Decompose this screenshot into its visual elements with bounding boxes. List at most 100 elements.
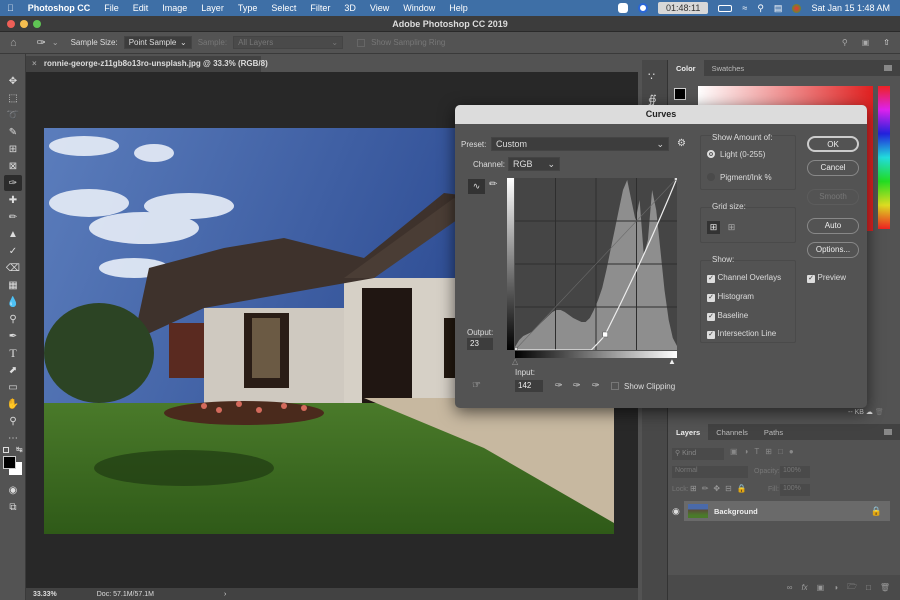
menu-help[interactable]: Help xyxy=(442,3,475,13)
curve-graph[interactable] xyxy=(515,178,677,350)
layer-filter-icons[interactable]: ▣◑T⊞□● xyxy=(730,447,800,456)
tab-color[interactable]: Color xyxy=(668,60,704,76)
add-mask-icon[interactable]: ▣ xyxy=(817,583,825,592)
search-icon[interactable]: ⚲ xyxy=(842,38,848,47)
crop-tool-icon[interactable]: ⊞ xyxy=(4,141,22,157)
menu-file[interactable]: File xyxy=(97,3,126,13)
drive-sync-icon[interactable] xyxy=(638,3,648,13)
light-radio[interactable] xyxy=(707,150,715,158)
white-point-slider[interactable]: ▲ xyxy=(668,357,676,366)
hand-tool-icon[interactable]: ✋ xyxy=(4,396,22,412)
auto-button[interactable]: Auto xyxy=(807,218,859,234)
shield-check-icon[interactable] xyxy=(618,3,628,13)
channel-overlays-checkbox[interactable]: ✓ xyxy=(707,275,715,283)
fg-color-chip[interactable] xyxy=(674,88,686,100)
channel-overlays-option[interactable]: ✓ Channel Overlays xyxy=(707,272,781,283)
cancel-button[interactable]: Cancel xyxy=(807,160,859,176)
eyedropper-tool-preset-icon[interactable]: ✑ xyxy=(37,36,46,49)
menu-3d[interactable]: 3D xyxy=(337,3,363,13)
menu-app-name[interactable]: Photoshop CC xyxy=(21,3,98,13)
options-button[interactable]: Options... xyxy=(807,242,859,258)
baseline-option[interactable]: ✓ Baseline xyxy=(707,310,748,321)
white-eyedropper-icon[interactable]: ✑ xyxy=(592,380,600,391)
preset-options-gear-icon[interactable]: ⚙ xyxy=(677,138,686,149)
new-group-folder-icon[interactable]: 🗁 xyxy=(847,581,857,595)
intersection-line-option[interactable]: ✓ Intersection Line xyxy=(707,328,776,339)
blend-mode-select[interactable]: Normal xyxy=(672,466,748,478)
preview-option[interactable]: ✓ Preview xyxy=(807,272,846,283)
menu-layer[interactable]: Layer xyxy=(194,3,231,13)
share-icon[interactable]: ⇧ xyxy=(883,38,890,47)
layer-visibility-eye-icon[interactable]: ◉ xyxy=(672,506,680,517)
blur-tool-icon[interactable]: 💧 xyxy=(4,294,22,310)
lock-icons[interactable]: ⊞✏✥⊟🔒 xyxy=(690,484,752,493)
home-icon[interactable]: ⌂ xyxy=(10,37,17,49)
menu-type[interactable]: Type xyxy=(231,3,265,13)
sample-size-select[interactable]: Point Sample ⌄ xyxy=(123,36,192,49)
black-point-slider[interactable]: △ xyxy=(512,357,518,366)
close-tab-icon[interactable]: × xyxy=(32,59,37,68)
adjustments-history-icon[interactable]: ∵ xyxy=(648,70,661,83)
clone-stamp-tool-icon[interactable]: ▲ xyxy=(4,226,22,242)
history-brush-tool-icon[interactable]: ✓ xyxy=(4,243,22,259)
grid-detailed-icon[interactable]: ⊞ xyxy=(725,221,738,234)
siri-icon[interactable] xyxy=(792,3,802,13)
menu-filter[interactable]: Filter xyxy=(303,3,337,13)
sample-select[interactable]: All Layers ⌄ xyxy=(233,36,344,49)
brush-tool-icon[interactable]: ✏ xyxy=(4,209,22,225)
swap-colors-icon[interactable]: ↹ xyxy=(16,445,23,454)
histogram-checkbox[interactable]: ✓ xyxy=(707,294,715,302)
path-selection-tool-icon[interactable]: ⬈ xyxy=(4,362,22,378)
smooth-button[interactable]: Smooth xyxy=(807,189,859,205)
preview-checkbox[interactable]: ✓ xyxy=(807,275,815,283)
status-expand-icon[interactable]: › xyxy=(224,591,226,598)
quick-selection-tool-icon[interactable]: ✎ xyxy=(4,124,22,140)
wifi-icon[interactable]: ≈ xyxy=(742,3,747,13)
menu-window[interactable]: Window xyxy=(396,3,442,13)
panel-menu-icon[interactable] xyxy=(884,65,892,71)
link-layers-icon[interactable]: ∞ xyxy=(787,583,793,592)
opacity-input[interactable]: 100% xyxy=(780,466,810,478)
hue-slider[interactable] xyxy=(878,86,890,229)
intersection-line-checkbox[interactable]: ✓ xyxy=(707,331,715,339)
eyedropper-tool-icon[interactable]: ✑ xyxy=(4,175,22,191)
control-center-icon[interactable]: ▤ xyxy=(774,3,783,14)
panel-menu-icon[interactable] xyxy=(884,429,892,435)
layer-filter-kind[interactable]: ⚲ Kind xyxy=(672,448,724,460)
menu-image[interactable]: Image xyxy=(155,3,194,13)
default-colors-icon[interactable] xyxy=(3,447,9,453)
eraser-tool-icon[interactable]: ⌫ xyxy=(4,260,22,276)
curves-dialog-title[interactable]: Curves xyxy=(455,105,867,124)
gray-eyedropper-icon[interactable]: ✑ xyxy=(573,380,581,391)
tab-paths[interactable]: Paths xyxy=(756,424,791,440)
rectangle-tool-icon[interactable]: ▭ xyxy=(4,379,22,395)
pigment-radio[interactable] xyxy=(707,173,715,181)
lasso-tool-icon[interactable]: ➰ xyxy=(4,107,22,123)
apple-menu-icon[interactable]:  xyxy=(0,3,21,13)
foreground-color-swatch[interactable] xyxy=(3,456,16,469)
gradient-tool-icon[interactable]: ▦ xyxy=(4,277,22,293)
quick-mask-icon[interactable]: ◉ xyxy=(4,482,22,498)
healing-brush-tool-icon[interactable]: ✚ xyxy=(4,192,22,208)
adjustment-layer-icon[interactable]: ◑ xyxy=(833,583,838,592)
input-input[interactable]: 142 xyxy=(515,380,543,392)
frame-tool-icon[interactable]: ⊠ xyxy=(4,158,22,174)
menu-edit[interactable]: Edit xyxy=(126,3,156,13)
chevron-down-icon[interactable]: ⌄ xyxy=(52,38,59,47)
spotlight-search-icon[interactable]: ⚲ xyxy=(757,3,764,14)
histogram-option[interactable]: ✓ Histogram xyxy=(707,291,754,302)
ok-button[interactable]: OK xyxy=(807,136,859,152)
target-adjustment-tool-icon[interactable]: ☞ xyxy=(472,380,481,391)
zoom-tool-icon[interactable]: ⚲ xyxy=(4,413,22,429)
timer-readout[interactable]: 01:48:11 xyxy=(658,2,709,14)
menu-view[interactable]: View xyxy=(363,3,396,13)
workspace-icon[interactable]: ▣ xyxy=(862,38,870,47)
channel-select[interactable]: RGB ⌄ xyxy=(508,157,560,171)
trash-icon[interactable]: 🗑 xyxy=(875,409,884,416)
baseline-checkbox[interactable]: ✓ xyxy=(707,313,715,321)
dodge-tool-icon[interactable]: ⚲ xyxy=(4,311,22,327)
marquee-tool-icon[interactable]: ⬚ xyxy=(4,90,22,106)
tab-swatches[interactable]: Swatches xyxy=(704,60,753,76)
grid-simple-icon[interactable]: ⊞ xyxy=(707,221,720,234)
cloud-icon[interactable]: ☁ xyxy=(866,409,873,416)
